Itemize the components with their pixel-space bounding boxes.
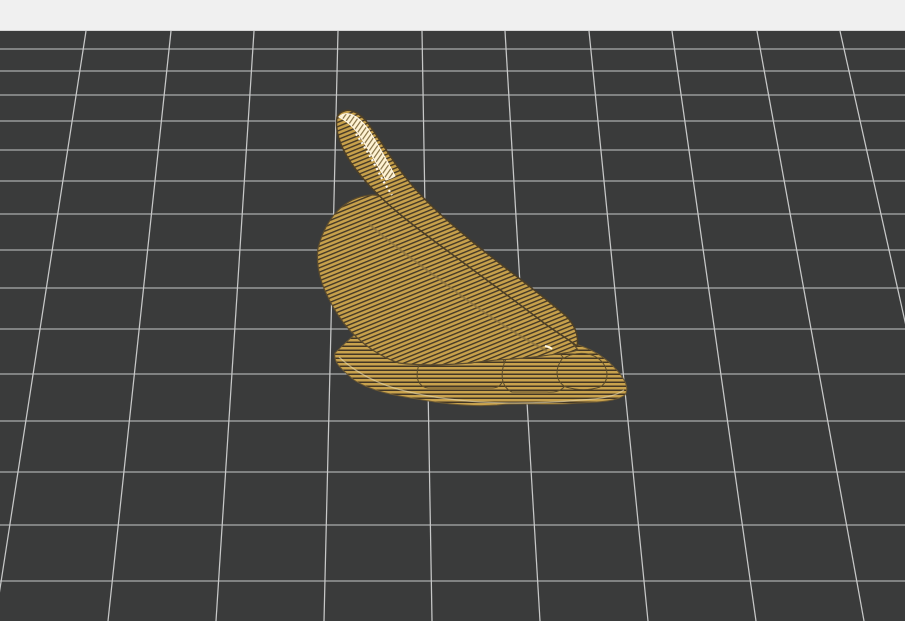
build-plate-scene[interactable] <box>0 31 905 621</box>
grid-line-vertical <box>107 31 172 621</box>
grid-line-vertical <box>0 31 87 593</box>
slicer-app-window <box>0 0 905 621</box>
grid-line-vertical <box>588 31 649 621</box>
sliced-model-icon[interactable] <box>316 109 628 407</box>
grid-line-vertical <box>671 31 757 621</box>
grid-line-vertical <box>215 31 255 621</box>
grid-line-vertical <box>756 31 865 621</box>
grid-line-vertical <box>839 31 905 325</box>
top-toolbar-strip <box>0 0 905 31</box>
3d-viewport[interactable] <box>0 31 905 621</box>
grid-line-vertical <box>323 31 339 621</box>
